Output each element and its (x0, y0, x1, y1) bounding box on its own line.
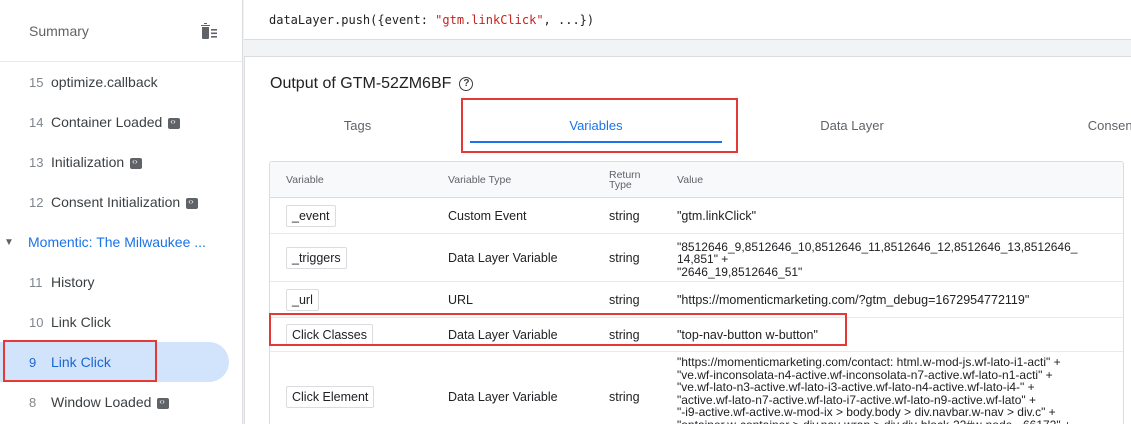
datalayer-push-code: dataLayer.push({event: "gtm.linkClick", … (269, 13, 595, 27)
tab-data-layer[interactable]: Data Layer (722, 107, 982, 147)
event-label: Container Loaded (51, 114, 163, 130)
sidebar-item-13[interactable]: 13 Initialization (0, 142, 243, 182)
variable-name-chip[interactable]: _url (286, 288, 319, 311)
sidebar-item-15[interactable]: 15 optimize.callback (0, 62, 243, 102)
event-number: 13 (29, 154, 44, 170)
event-label: optimize.callback (51, 74, 158, 90)
variable-type: Custom Event (448, 208, 527, 223)
highlight-box-click-classes (269, 313, 847, 346)
event-label: Initialization (51, 154, 125, 170)
summary-title[interactable]: Summary (29, 23, 89, 39)
page-group-label: Momentic: The Milwaukee ... (28, 234, 206, 250)
output-title: Output of GTM-52ZM6BF ? (270, 75, 474, 93)
table-header: Variable Variable Type Return Type Value (270, 162, 1123, 198)
return-type: string (609, 390, 640, 404)
table-row: Click Element Data Layer Variable string… (270, 352, 1123, 424)
header-variable-type: Variable Type (448, 174, 512, 186)
event-number: 10 (29, 314, 44, 330)
code-icon (186, 197, 199, 209)
event-number: 15 (29, 74, 44, 90)
tab-tags[interactable]: Tags (245, 107, 470, 147)
variable-value: "https://momenticmarketing.com/contact: … (677, 355, 1071, 424)
caret-down-icon[interactable]: ▼ (4, 237, 16, 248)
highlight-box-link-click (3, 340, 157, 382)
header-variable: Variable (286, 174, 324, 186)
code-icon (157, 397, 170, 409)
event-label: Consent Initialization (51, 194, 181, 210)
highlight-box-variables-tab (461, 98, 738, 153)
sidebar-item-8[interactable]: 8 Window Loaded (0, 382, 243, 422)
clear-icon[interactable] (198, 22, 218, 40)
variable-name-chip[interactable]: _triggers (286, 246, 347, 269)
event-label: History (51, 274, 95, 290)
variable-type: URL (448, 292, 474, 307)
variable-value: "8512646_9,8512646_10,8512646_11,8512646… (677, 239, 1078, 279)
code-icon (168, 117, 181, 129)
variable-type: Data Layer Variable (448, 390, 558, 404)
event-number: 11 (29, 274, 43, 290)
sidebar-item-14[interactable]: 14 Container Loaded (0, 102, 243, 142)
return-type: string (609, 250, 640, 265)
event-number: 8 (29, 394, 37, 410)
variable-value: "gtm.linkClick" (677, 208, 757, 223)
header-value: Value (677, 174, 704, 186)
table-row: _triggers Data Layer Variable string "85… (270, 234, 1123, 282)
event-number: 12 (29, 194, 44, 210)
sidebar-item-12[interactable]: 12 Consent Initialization (0, 182, 243, 222)
table-row: _event Custom Event string "gtm.linkClic… (270, 198, 1123, 234)
return-type: string (609, 208, 640, 223)
variable-name-chip[interactable]: Click Element (286, 386, 375, 408)
header-return-type: Return Type (609, 169, 641, 191)
return-type: string (609, 292, 640, 307)
event-number: 14 (29, 114, 44, 130)
sidebar-item-11[interactable]: 11 History (0, 262, 243, 302)
help-icon[interactable]: ? (459, 77, 474, 91)
event-label: Link Click (51, 314, 111, 330)
variable-type: Data Layer Variable (448, 250, 558, 265)
variable-value: "https://momenticmarketing.com/?gtm_debu… (677, 292, 1030, 307)
tab-consent[interactable]: Consent (982, 107, 1131, 147)
code-icon (130, 157, 143, 169)
variable-name-chip[interactable]: _event (286, 204, 336, 227)
variables-table: Variable Variable Type Return Type Value… (269, 161, 1124, 424)
event-code-card: dataLayer.push({event: "gtm.linkClick", … (244, 0, 1131, 40)
sidebar-page-group[interactable]: ▼ Momentic: The Milwaukee ... (0, 222, 243, 262)
event-label: Window Loaded (51, 394, 152, 410)
sidebar-item-10[interactable]: 10 Link Click (0, 302, 243, 342)
sidebar-header: Summary (0, 0, 242, 62)
